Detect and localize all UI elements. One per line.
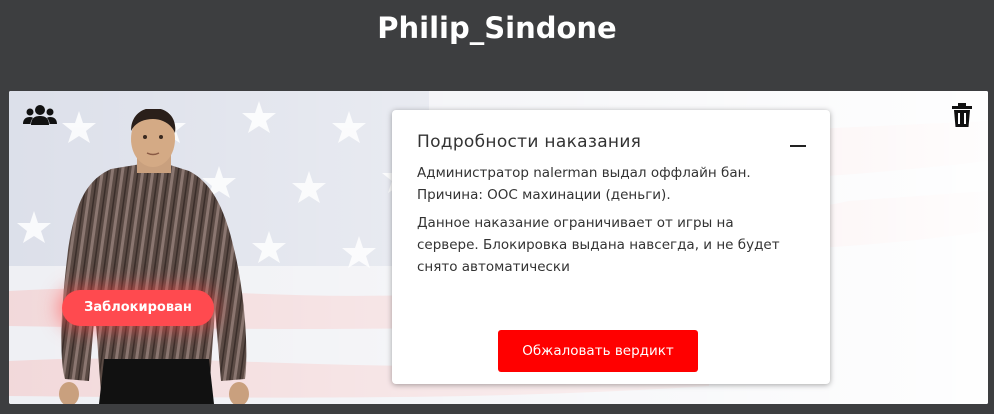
punishment-details-panel: Подробности наказания Администратор nale… [392, 110, 830, 384]
header-bar: Philip_Sindone [0, 0, 994, 90]
appeal-button[interactable]: Обжаловать вердикт [498, 330, 698, 372]
minus-icon [790, 145, 806, 147]
player-name: Philip_Sindone [377, 11, 617, 45]
trash-icon[interactable] [952, 103, 972, 127]
status-badge: Заблокирован [62, 290, 214, 326]
panel-title: Подробности наказания [417, 132, 642, 152]
player-avatar [59, 109, 249, 404]
collapse-button[interactable] [784, 136, 812, 156]
punishment-description: Данное наказание ограничивает от игры на… [417, 215, 780, 275]
reason-line: Причина: ООС махинации (деньги). [417, 187, 671, 203]
admin-line: Администратор nalerman выдал оффлайн бан… [417, 165, 751, 181]
player-card: Заблокирован Подробности наказания Админ… [9, 91, 988, 404]
